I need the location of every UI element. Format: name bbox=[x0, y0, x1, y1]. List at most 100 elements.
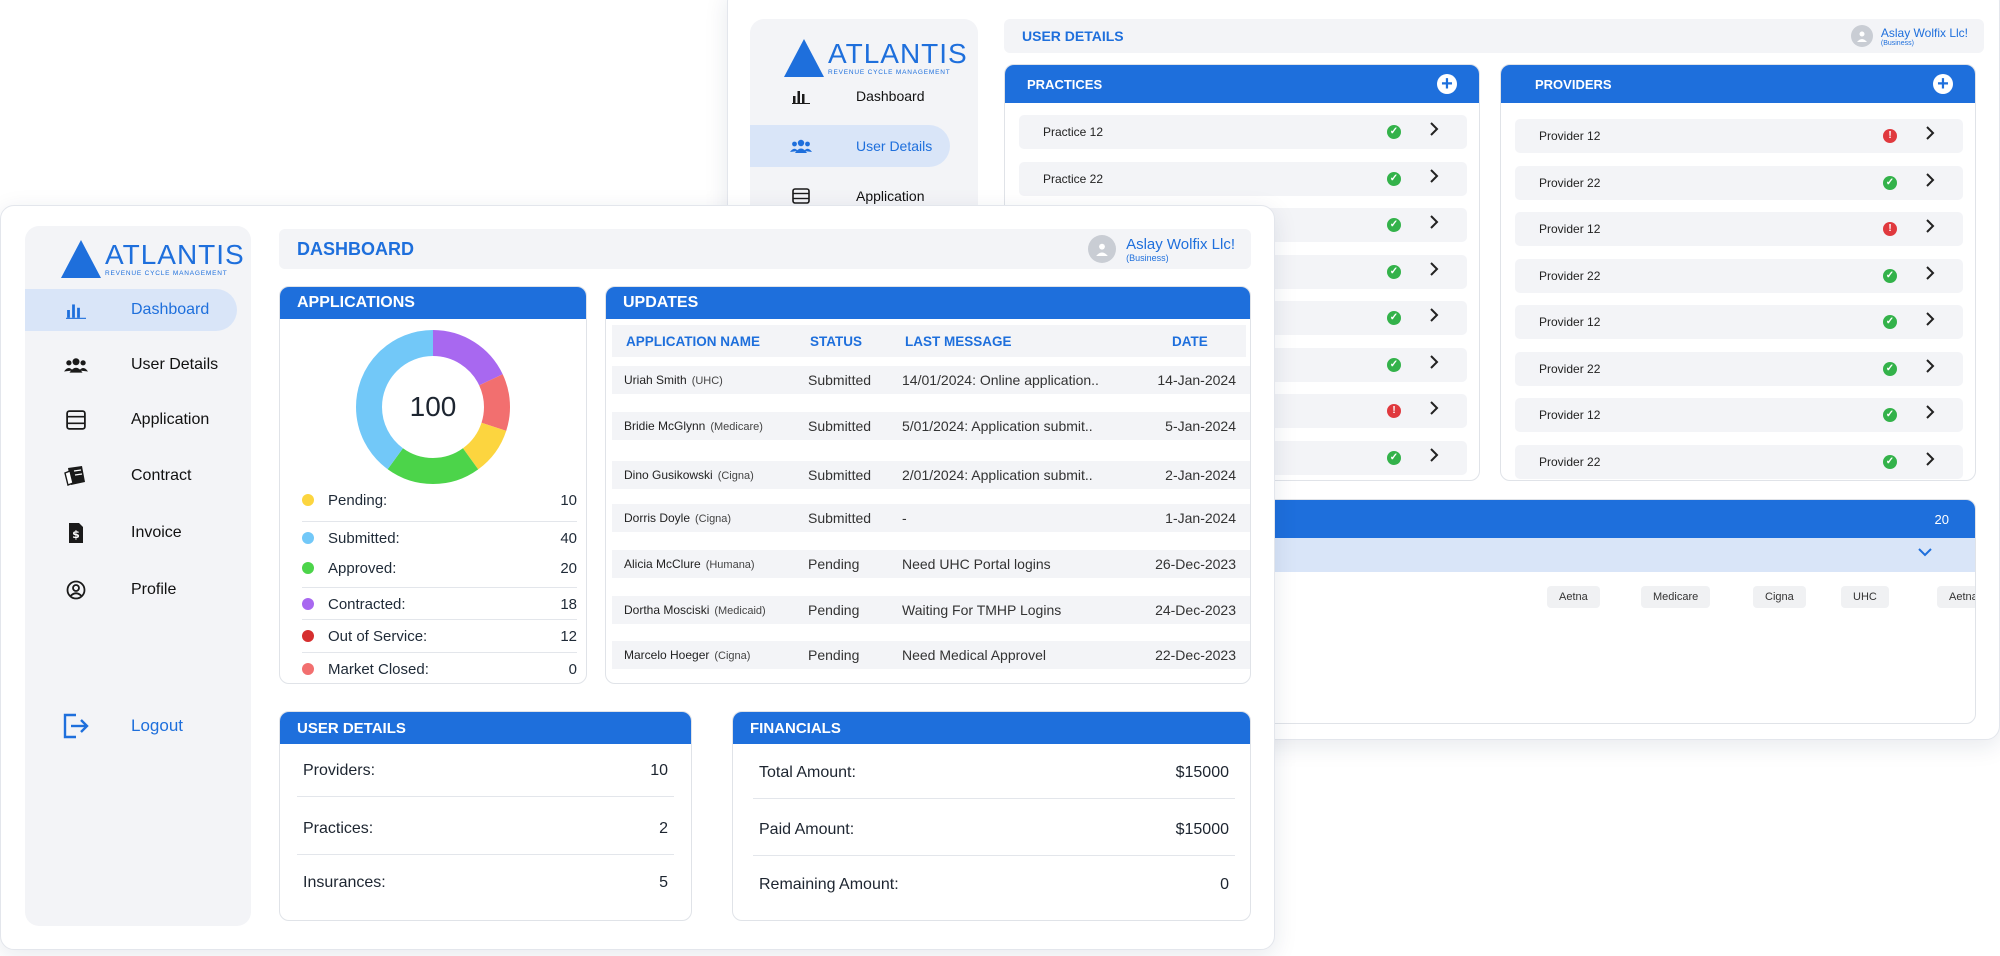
nav-profile[interactable]: Profile bbox=[25, 569, 237, 611]
divider bbox=[302, 619, 577, 620]
list-icon bbox=[59, 410, 93, 430]
nav-application-label: Application bbox=[856, 188, 925, 204]
nav-dashboard[interactable]: Dashboard bbox=[750, 75, 950, 117]
add-practice-button[interactable]: + bbox=[1437, 74, 1457, 94]
bar-chart-icon bbox=[59, 301, 93, 319]
chevron-right-icon[interactable] bbox=[1429, 401, 1439, 420]
financials-card: FINANCIALS Total Amount: $15000 Paid Amoun… bbox=[732, 711, 1251, 921]
last-message: - bbox=[902, 510, 907, 526]
practice-label: Practice 22 bbox=[1043, 171, 1104, 186]
row-value: 2 bbox=[659, 820, 668, 837]
legend-item: Approved: 20 bbox=[302, 555, 577, 581]
user-menu[interactable]: Aslay Wolfix Llc! (Business) bbox=[1850, 25, 1968, 47]
financials-header: FINANCIALS bbox=[733, 712, 1250, 744]
applications-card: APPLICATIONS 100 Pending: 10 Submitted: 40 A… bbox=[279, 286, 587, 684]
table-row[interactable]: Dino Gusikowski (Cigna) Submitted 2/01/2024… bbox=[612, 461, 1250, 489]
provider-row[interactable]: Provider 22 ✓ bbox=[1515, 351, 1963, 386]
legend-value: 18 bbox=[560, 595, 577, 613]
practice-row[interactable]: Practice 12 ✓ bbox=[1019, 115, 1467, 149]
provider-row[interactable]: Provider 22 ✓ bbox=[1515, 444, 1963, 479]
status-text: Submitted bbox=[808, 510, 872, 526]
chevron-right-icon[interactable] bbox=[1429, 308, 1439, 327]
row-value: 10 bbox=[650, 762, 668, 779]
provider-row[interactable]: Provider 12! bbox=[1515, 119, 1963, 153]
sidebar: ATLANTIS REVENUE CYCLE MANAGEMENT Dashbo… bbox=[25, 226, 251, 926]
table-row[interactable]: Marcelo Hoeger (Cigna) Pending Need Medical… bbox=[612, 641, 1250, 669]
insurance-chip: Aetna bbox=[1547, 586, 1600, 608]
date-text: 22-Dec-2023 bbox=[1155, 647, 1236, 663]
legend-item: Contracted: 18 bbox=[302, 591, 577, 617]
provider-label: Provider 22 bbox=[1539, 361, 1601, 376]
nav-contract[interactable]: Contract bbox=[25, 455, 237, 497]
chevron-right-icon[interactable] bbox=[1429, 354, 1439, 374]
nav-invoice[interactable]: $ Invoice bbox=[25, 512, 237, 554]
col-last-message: LAST MESSAGE bbox=[905, 334, 1012, 349]
add-provider-button[interactable]: + bbox=[1933, 74, 1953, 94]
status-text: Pending bbox=[808, 602, 860, 618]
status-text: Submitted bbox=[808, 372, 872, 388]
check-circle-icon: ✓ bbox=[1883, 408, 1897, 422]
logo-tagline: REVENUE CYCLE MANAGEMENT bbox=[105, 270, 228, 277]
user-role: (Business) bbox=[1126, 252, 1169, 263]
logout-button[interactable]: Logout bbox=[25, 704, 237, 748]
divider bbox=[753, 798, 1235, 799]
avatar bbox=[1850, 25, 1873, 47]
nav-label: Profile bbox=[131, 581, 177, 598]
chevron-right-icon[interactable] bbox=[1925, 358, 1935, 378]
table-row[interactable]: Dortha Mosciski (Medicaid) Pending Waiting … bbox=[612, 596, 1250, 624]
provider-row[interactable]: Provider 22 ✓ bbox=[1515, 165, 1963, 200]
chevron-right-icon[interactable] bbox=[1925, 126, 1935, 145]
chevron-right-icon[interactable] bbox=[1925, 265, 1935, 285]
nav-application[interactable]: Application bbox=[25, 399, 237, 441]
check-circle-icon: ✓ bbox=[1387, 171, 1401, 186]
nav-label: Application bbox=[131, 411, 210, 428]
check-circle-icon: ✓ bbox=[1883, 315, 1897, 329]
check-circle-icon: ✓ bbox=[1883, 175, 1897, 190]
chevron-right-icon[interactable] bbox=[1925, 451, 1935, 471]
nav-dashboard[interactable]: Dashboard bbox=[25, 289, 237, 331]
legend-dot bbox=[302, 494, 314, 506]
users-icon bbox=[59, 357, 93, 373]
chevron-right-icon[interactable] bbox=[1429, 447, 1439, 467]
provider-row[interactable]: Provider 22 ✓ bbox=[1515, 258, 1963, 293]
last-message: 5/01/2024: Application submit.. bbox=[902, 418, 1093, 434]
nav-user-details[interactable]: User Details bbox=[25, 344, 237, 386]
chevron-right-icon[interactable] bbox=[1429, 122, 1439, 141]
chevron-right-icon[interactable] bbox=[1429, 168, 1439, 188]
legend-label: Market Closed: bbox=[328, 660, 429, 678]
applications-total: 100 bbox=[409, 391, 457, 422]
user-menu[interactable]: Aslay Wolfix Llc! (Business) bbox=[1088, 235, 1235, 263]
row-value: 0 bbox=[1220, 876, 1229, 893]
nav-user-details[interactable]: User Details bbox=[750, 125, 950, 167]
provider-label: Provider 22 bbox=[1539, 268, 1601, 283]
date-text: 1-Jan-2024 bbox=[1165, 510, 1236, 526]
legend-item: Submitted: 40 bbox=[302, 525, 577, 551]
chevron-right-icon[interactable] bbox=[1925, 172, 1935, 192]
table-row[interactable]: Dorris Doyle (Cigna) Submitted - 1-Jan-2024 bbox=[612, 504, 1250, 532]
applicant-name: Uriah Smith bbox=[624, 373, 687, 387]
legend-value: 40 bbox=[560, 529, 577, 547]
applicant-name: Marcelo Hoeger bbox=[624, 648, 710, 662]
legend-label: Approved: bbox=[328, 559, 397, 577]
application-name: Dortha Mosciski (Medicaid) bbox=[624, 603, 766, 617]
provider-row[interactable]: Provider 12 ✓ bbox=[1515, 398, 1963, 432]
provider-row[interactable]: Provider 12! bbox=[1515, 212, 1963, 246]
profile-icon bbox=[59, 580, 93, 600]
legend-dot bbox=[302, 562, 314, 574]
table-row[interactable]: Alicia McClure (Humana) Pending Need UHC Po… bbox=[612, 550, 1250, 578]
provider-row[interactable]: Provider 12 ✓ bbox=[1515, 305, 1963, 339]
row-label: Insurances: bbox=[303, 874, 386, 891]
table-row[interactable]: Bridie McGlynn (Medicare) Submitted 5/01/20… bbox=[612, 412, 1250, 440]
applications-header: APPLICATIONS bbox=[280, 287, 586, 319]
chevron-right-icon[interactable] bbox=[1925, 312, 1935, 331]
chevron-down-icon[interactable] bbox=[1917, 544, 1933, 562]
check-circle-icon: ✓ bbox=[1387, 125, 1401, 139]
chevron-right-icon[interactable] bbox=[1925, 405, 1935, 424]
chevron-right-icon[interactable] bbox=[1429, 215, 1439, 234]
provider-label: Provider 22 bbox=[1539, 454, 1601, 469]
chevron-right-icon[interactable] bbox=[1429, 261, 1439, 281]
table-row[interactable]: Uriah Smith (UHC) Submitted 14/01/2024: Onl… bbox=[612, 366, 1250, 394]
chevron-right-icon[interactable] bbox=[1925, 219, 1935, 238]
practice-row[interactable]: Practice 22 ✓ bbox=[1019, 161, 1467, 196]
user-details-card: USER DETAILS Providers: 10 Practices: 2 Insu… bbox=[279, 711, 692, 921]
